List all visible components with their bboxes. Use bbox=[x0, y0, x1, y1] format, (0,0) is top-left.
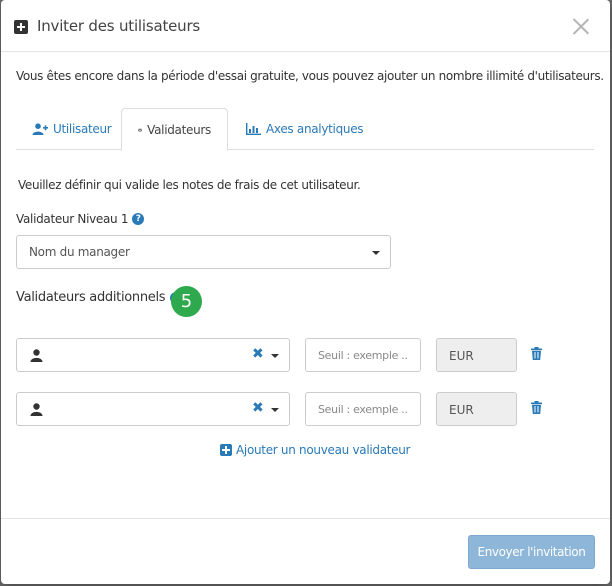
tab-axes-label: Axes analytiques bbox=[266, 122, 364, 136]
additional-validators-text: Validateurs additionnels bbox=[16, 290, 166, 305]
validator-row: ✖ EUR bbox=[16, 392, 576, 426]
chevron-down-icon bbox=[372, 251, 380, 255]
tab-utilisateur-label: Utilisateur bbox=[53, 122, 112, 136]
tab-bar: Utilisateur Validateurs Axes analytiques bbox=[16, 108, 594, 151]
level1-validator-select[interactable]: Nom du manager bbox=[16, 235, 391, 269]
help-icon[interactable]: ? bbox=[132, 213, 145, 225]
add-validator-link[interactable]: Ajouter un nouveau validateur bbox=[220, 443, 410, 457]
modal-header: Inviter des utilisateurs bbox=[1, 0, 610, 52]
currency-field: EUR bbox=[436, 338, 517, 372]
users-icon bbox=[138, 128, 143, 132]
level1-label-text: Validateur Niveau 1 bbox=[16, 212, 129, 226]
tab-axes-analytiques[interactable]: Axes analytiques bbox=[230, 108, 379, 150]
close-button[interactable] bbox=[572, 17, 590, 35]
tab-validateurs-label: Validateurs bbox=[147, 122, 211, 137]
user-icon bbox=[30, 349, 43, 362]
add-validator-label: Ajouter un nouveau validateur bbox=[236, 443, 411, 457]
clear-icon[interactable]: ✖ bbox=[252, 346, 264, 362]
threshold-input[interactable] bbox=[305, 392, 421, 426]
clear-icon[interactable]: ✖ bbox=[252, 400, 264, 416]
currency-field: EUR bbox=[436, 392, 517, 426]
validators-description: Veuillez définir qui valide les notes de… bbox=[18, 178, 361, 192]
chevron-down-icon bbox=[271, 354, 279, 358]
trash-icon[interactable] bbox=[531, 401, 542, 414]
chevron-down-icon bbox=[271, 408, 279, 412]
tab-validateurs[interactable]: Validateurs bbox=[121, 108, 228, 151]
validator-user-select[interactable]: ✖ bbox=[16, 392, 290, 426]
tab-utilisateur[interactable]: Utilisateur bbox=[16, 108, 127, 150]
validator-user-select[interactable]: ✖ bbox=[16, 338, 290, 372]
trial-message: Vous êtes encore dans la période d'essai… bbox=[16, 69, 604, 83]
modal-title: Inviter des utilisateurs bbox=[37, 17, 201, 35]
user-plus-icon bbox=[32, 123, 48, 135]
validator-row: ✖ EUR bbox=[16, 338, 576, 372]
plus-square-icon bbox=[220, 444, 232, 456]
level1-label: Validateur Niveau 1 ? bbox=[16, 212, 145, 226]
additional-validators-label: Validateurs additionnels ? bbox=[16, 290, 183, 305]
plus-square-icon bbox=[14, 20, 28, 34]
threshold-input[interactable] bbox=[305, 338, 421, 372]
user-icon bbox=[30, 403, 43, 416]
send-invitation-button[interactable]: Envoyer l'invitation bbox=[468, 535, 595, 569]
step-badge: 5 bbox=[171, 286, 202, 317]
invite-users-modal: Inviter des utilisateurs Vous êtes encor… bbox=[1, 0, 610, 584]
bar-chart-icon bbox=[246, 123, 261, 135]
level1-select-value: Nom du manager bbox=[29, 245, 130, 259]
modal-footer: Envoyer l'invitation bbox=[1, 518, 610, 584]
trash-icon[interactable] bbox=[531, 347, 542, 360]
